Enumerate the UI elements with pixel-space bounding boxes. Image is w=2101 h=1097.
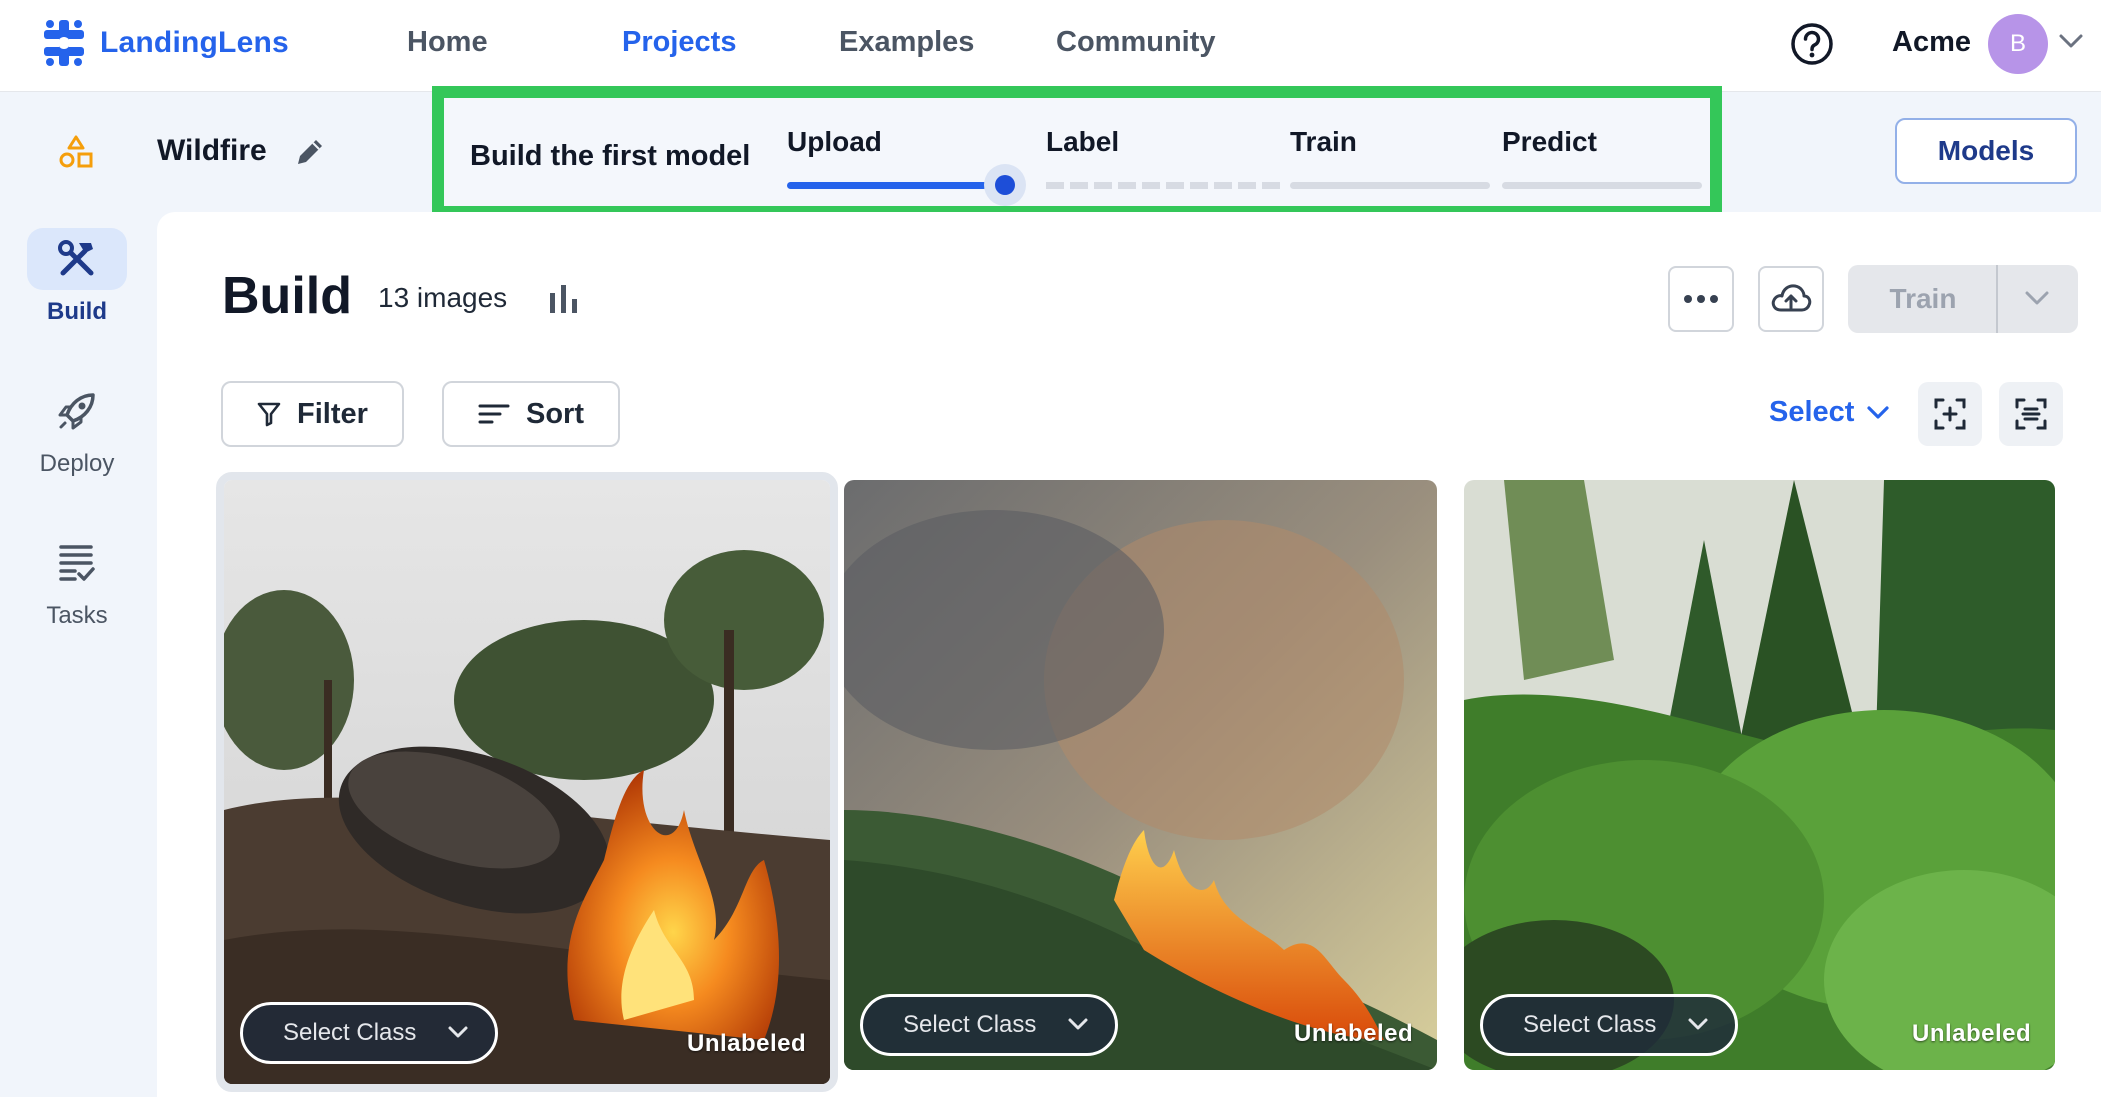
train-options-button[interactable]	[2024, 289, 2050, 312]
select-class-label: Select Class	[903, 1011, 1037, 1038]
rocket-icon	[58, 393, 95, 430]
landinglens-logo-icon	[44, 20, 84, 66]
image-card[interactable]: Select Class Unlabeled	[844, 480, 1437, 1070]
step-upload-progress	[787, 182, 987, 189]
image-count: 13 images	[378, 282, 508, 313]
step-train-progress	[1290, 182, 1490, 189]
sidebar-label-tasks: Tasks	[46, 602, 108, 629]
dataset-stats-button[interactable]	[548, 283, 580, 320]
sort-button[interactable]: Sort	[442, 381, 620, 447]
step-predict-progress	[1502, 182, 1702, 189]
models-button[interactable]: Models	[1895, 118, 2077, 184]
filter-label: Filter	[297, 397, 368, 430]
train-button[interactable]: Train	[1848, 265, 1998, 333]
avatar[interactable]: B	[1988, 14, 2048, 74]
sidebar-label-deploy: Deploy	[39, 450, 115, 477]
chevron-down-icon	[2059, 34, 2083, 48]
hammer-wrench-icon	[58, 240, 94, 276]
shapes-icon	[59, 135, 93, 168]
account-menu-button[interactable]	[2058, 32, 2084, 55]
sidebar-label-build: Build	[47, 298, 107, 325]
label-status-badge: Unlabeled	[1294, 1020, 1414, 1047]
chevron-down-icon	[448, 1026, 468, 1038]
step-train[interactable]: Train	[1290, 126, 1357, 158]
sidebar-item-deploy[interactable]: Deploy	[26, 380, 128, 478]
focus-add-icon	[1934, 398, 1966, 430]
step-label-progress	[1046, 182, 1282, 189]
stepper-title: Build the first model	[470, 140, 751, 172]
forest-photo	[1464, 480, 2055, 1070]
select-label: Select	[1769, 396, 1855, 428]
filter-button[interactable]: Filter	[221, 381, 404, 447]
sidebar-icon-wrap-build	[27, 228, 127, 290]
train-split-button[interactable]: Train	[1848, 265, 2078, 333]
chevron-down-icon	[2025, 291, 2049, 305]
sidebar-icon-wrap-deploy	[27, 380, 127, 442]
sort-icon	[478, 404, 510, 424]
edit-project-name-button[interactable]	[293, 135, 327, 174]
select-class-label: Select Class	[283, 1019, 417, 1046]
image-card[interactable]: Select Class Unlabeled	[1464, 480, 2055, 1070]
compact-view-button[interactable]	[1999, 382, 2063, 446]
upload-button[interactable]	[1758, 266, 1824, 332]
step-upload[interactable]: Upload	[787, 126, 882, 158]
label-status-badge: Unlabeled	[1912, 1020, 2032, 1047]
onboarding-stepper: Build the first model Upload Label Train…	[432, 86, 1722, 218]
brand-logo[interactable]: LandingLens	[42, 18, 289, 68]
chevron-down-icon	[1068, 1018, 1088, 1030]
select-class-dropdown[interactable]: Select Class	[860, 994, 1118, 1056]
chevron-down-icon	[1688, 1018, 1708, 1030]
select-class-dropdown[interactable]: Select Class	[1480, 994, 1738, 1056]
sort-label: Sort	[526, 397, 584, 430]
select-class-label: Select Class	[1523, 1011, 1657, 1038]
help-icon	[1791, 23, 1833, 65]
task-list-icon	[59, 545, 95, 581]
sidebar-item-tasks[interactable]: Tasks	[26, 532, 128, 630]
nav-home[interactable]: Home	[407, 26, 488, 59]
step-predict[interactable]: Predict	[1502, 126, 1597, 158]
sidebar-item-build[interactable]: Build	[26, 228, 128, 326]
focus-view-button[interactable]	[1918, 382, 1982, 446]
more-horizontal-icon	[1684, 295, 1718, 303]
pencil-icon	[298, 140, 322, 164]
label-status-badge: Unlabeled	[687, 1030, 807, 1057]
cloud-upload-icon	[1771, 284, 1812, 312]
more-options-button[interactable]	[1668, 266, 1734, 332]
top-nav: LandingLens Home Projects Examples Commu…	[0, 0, 2101, 92]
select-class-dropdown[interactable]: Select Class	[240, 1002, 498, 1064]
select-dropdown[interactable]: Select	[1769, 396, 1890, 429]
train-button-divider	[1996, 265, 1998, 333]
image-card[interactable]: Select Class Unlabeled	[216, 472, 838, 1092]
filter-icon	[257, 402, 281, 427]
page-title: Build	[222, 267, 352, 325]
step-label[interactable]: Label	[1046, 126, 1119, 158]
bar-chart-icon	[550, 285, 577, 313]
sidebar-icon-wrap-tasks	[27, 532, 127, 594]
wildfire-photo	[224, 480, 830, 1084]
scan-icon	[2015, 398, 2047, 430]
account-name[interactable]: Acme	[1892, 26, 1971, 59]
project-name: Wildfire	[157, 134, 267, 167]
nav-community[interactable]: Community	[1056, 26, 1216, 59]
brand-name: LandingLens	[100, 26, 289, 59]
help-button[interactable]	[1790, 22, 1834, 71]
chevron-down-icon	[1867, 405, 1890, 419]
project-type-icon	[58, 134, 94, 175]
wildfire-photo	[844, 480, 1437, 1070]
current-step-dot	[995, 175, 1015, 195]
nav-projects[interactable]: Projects	[622, 26, 736, 59]
nav-examples[interactable]: Examples	[839, 26, 974, 59]
